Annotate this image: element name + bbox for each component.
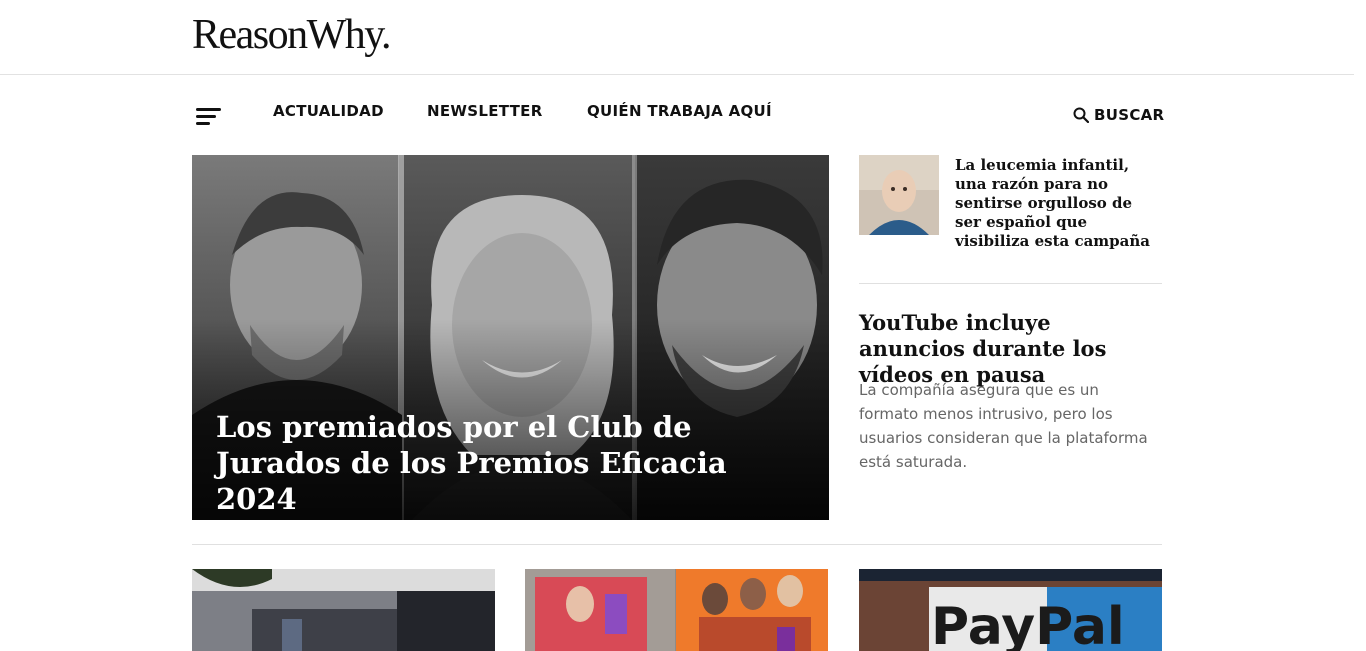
search-label: BUSCAR <box>1094 106 1165 124</box>
child-photo <box>859 155 939 235</box>
featured-story-title[interactable]: YouTube incluye anuncios durante los víd… <box>859 310 1162 388</box>
nav-item-quien-trabaja-aqui[interactable]: QUIÉN TRABAJA AQUÍ <box>587 102 772 120</box>
side-story-thumbnail[interactable] <box>859 155 939 235</box>
divider <box>192 544 1162 545</box>
search-button[interactable]: BUSCAR <box>1073 106 1164 124</box>
nav-item-actualidad[interactable]: ACTUALIDAD <box>273 102 384 120</box>
paypal-building-photo: PayPal <box>859 569 1162 651</box>
site-logo[interactable]: ReasonWhy. <box>192 12 392 58</box>
nav-item-newsletter[interactable]: NEWSLETTER <box>427 102 543 120</box>
divider <box>859 283 1162 284</box>
site-header: ReasonWhy. <box>0 0 1354 75</box>
paypal-sign: PayPal <box>931 597 1125 651</box>
card-2-image[interactable] <box>525 569 828 651</box>
side-story-title[interactable]: La leucemia infantil, una razón para no … <box>955 156 1160 251</box>
main-nav: ACTUALIDAD NEWSLETTER QUIÉN TRABAJA AQUÍ… <box>0 75 1354 155</box>
featured-story-description: La compañía asegura que es un formato me… <box>859 381 1148 471</box>
card-3-image[interactable]: PayPal <box>859 569 1162 651</box>
hamburger-menu-icon[interactable] <box>196 107 222 127</box>
hero-title[interactable]: Los premiados por el Club de Jurados de … <box>216 409 806 517</box>
hero-story[interactable]: Los premiados por el Club de Jurados de … <box>192 155 829 520</box>
building-photo <box>192 569 495 651</box>
card-1-image[interactable] <box>192 569 495 651</box>
search-icon <box>1073 107 1089 123</box>
fashion-billboard-photo <box>525 569 828 651</box>
